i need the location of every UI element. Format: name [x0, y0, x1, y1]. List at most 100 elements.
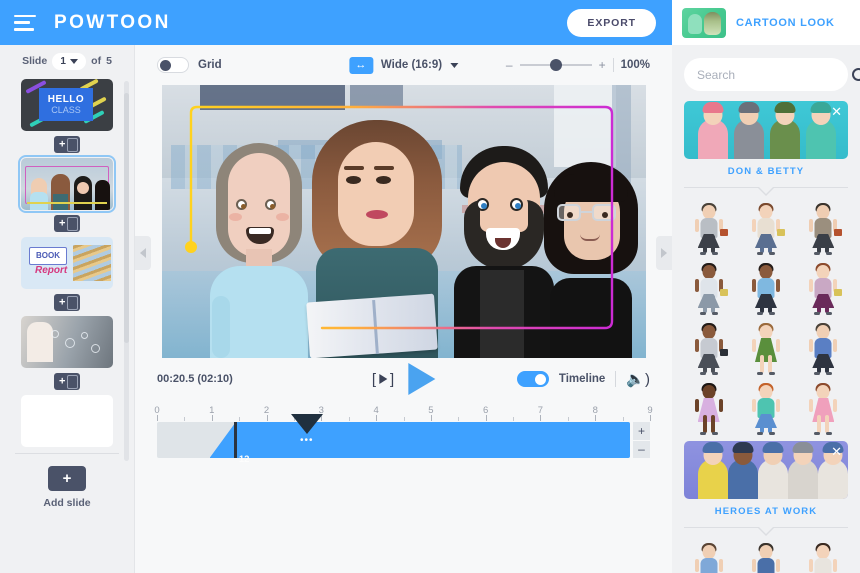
section-separator — [684, 521, 848, 536]
character-item[interactable] — [737, 539, 794, 573]
timeline-track[interactable] — [157, 422, 630, 458]
character-item[interactable] — [680, 319, 737, 375]
duplicate-slide-icon[interactable] — [54, 294, 80, 311]
slide-thumbnail-2[interactable] — [18, 155, 116, 213]
aspect-ratio-dropdown[interactable]: ↔ Wide (16:9) — [348, 56, 459, 74]
playbar-right: Timeline 🔈) — [516, 370, 650, 388]
preview-button[interactable]: [ ] — [372, 371, 394, 388]
timeline-zoom-in-button[interactable]: + — [633, 422, 650, 440]
animation-path-overlay[interactable] — [162, 85, 646, 358]
chevron-down-icon — [69, 58, 78, 64]
character-item[interactable] — [680, 199, 737, 255]
add-slide-button[interactable]: + — [47, 466, 86, 491]
zoom-in-button[interactable]: + — [599, 58, 606, 72]
playback-bar: 00:20.5 (02:10) [ ] Timeline 🔈) — [135, 358, 672, 400]
library-banner[interactable]: ✕ — [684, 441, 848, 499]
cartoon-look-button[interactable]: CARTOON LOOK — [672, 0, 860, 45]
library-banner-title: HEROES AT WORK — [714, 506, 818, 517]
character-item[interactable] — [737, 199, 794, 255]
zoom-out-button[interactable]: – — [506, 58, 513, 72]
character-item[interactable] — [737, 259, 794, 315]
hamburger-icon[interactable] — [14, 14, 36, 31]
section-separator — [684, 181, 848, 196]
editor-body: Slide 1 of 5 HELLO CLASS + + BOOK Report… — [0, 45, 860, 573]
duplicate-slide-icon[interactable] — [54, 215, 80, 232]
slide-thumbnail-5[interactable] — [21, 395, 113, 447]
aspect-ratio-label: Wide (16:9) — [380, 59, 443, 71]
banner-figure — [698, 102, 728, 159]
duplicate-slide-icon[interactable] — [54, 373, 80, 390]
banner-figure — [806, 102, 836, 159]
slide-thumbnail-4[interactable] — [21, 316, 113, 368]
ruler-tick — [430, 415, 432, 421]
slide-canvas[interactable] — [161, 85, 646, 358]
export-button[interactable]: EXPORT — [567, 8, 656, 37]
arrows-horizontal-icon: ↔ — [348, 56, 373, 74]
top-bar-main: POWTOON EXPORT — [0, 0, 672, 45]
library-banner[interactable]: ✕ — [684, 101, 848, 159]
timeline-zoom-out-button[interactable]: – — [633, 440, 650, 458]
collapse-right-panel-button[interactable] — [656, 236, 672, 270]
banner-figure — [758, 442, 788, 499]
slide-number-dropdown[interactable]: 1 — [52, 52, 87, 70]
timeline-label: Timeline — [558, 373, 606, 385]
character-item[interactable] — [680, 259, 737, 315]
zoom-slider-handle[interactable] — [549, 59, 562, 71]
ruler-tick-minor — [239, 417, 241, 421]
character-item[interactable] — [737, 319, 794, 375]
timeline-clip-label: 12 — [238, 454, 250, 465]
character-grid — [672, 195, 860, 441]
grid-toggle[interactable] — [157, 57, 189, 73]
speaker-icon[interactable]: 🔈) — [626, 370, 650, 388]
powtoon-editor: POWTOON EXPORT CARTOON LOOK Slide 1 of 5 — [0, 0, 860, 573]
ruler-tick-minor — [403, 417, 405, 421]
play-icon[interactable] — [408, 363, 436, 395]
close-icon[interactable]: ✕ — [831, 105, 842, 118]
character-item[interactable] — [680, 539, 737, 573]
banner-figure — [770, 102, 800, 159]
timeline-clip-marker[interactable] — [234, 422, 238, 458]
play-bracket-icon — [379, 374, 387, 384]
character-item[interactable] — [795, 319, 852, 375]
ruler-tick-minor — [622, 417, 624, 421]
search-box[interactable] — [684, 58, 860, 91]
stage-toolbar: Grid ↔ Wide (16:9) – + 100% — [135, 45, 672, 85]
duplicate-slide-icon[interactable] — [54, 136, 80, 153]
timeline: 0123456789 + – ••• 12 — [135, 400, 672, 573]
top-bar: POWTOON EXPORT CARTOON LOOK — [0, 0, 860, 45]
search-input[interactable] — [697, 67, 852, 82]
ruler-tick-minor — [567, 417, 569, 421]
stage: Grid ↔ Wide (16:9) – + 100% 00:20.5 (02:… — [135, 45, 672, 573]
slide-counter: Slide 1 of 5 — [0, 45, 134, 73]
character-item[interactable] — [795, 199, 852, 255]
character-item[interactable] — [680, 379, 737, 435]
add-slide-group[interactable]: + Add slide — [43, 454, 91, 509]
ruler-tick — [266, 415, 268, 421]
collapse-left-panel-button[interactable] — [135, 236, 151, 270]
library-panel: ✕ DON & BETTY ✕ HEROES AT WORK — [672, 45, 860, 573]
character-item[interactable] — [795, 539, 852, 573]
grid-label: Grid — [198, 59, 222, 71]
timeline-toggle[interactable] — [516, 371, 549, 387]
zoom-slider[interactable] — [519, 59, 592, 71]
slides-list: HELLO CLASS + + BOOK Report + + + Add sl… — [0, 73, 134, 573]
ruler-tick — [595, 415, 597, 421]
ruler-tick — [650, 415, 651, 421]
slide-thumbnail-1[interactable]: HELLO CLASS — [21, 79, 113, 131]
slide-thumbnail-3[interactable]: BOOK Report — [21, 237, 113, 289]
ruler-tick — [211, 415, 213, 421]
close-icon[interactable]: ✕ — [831, 445, 842, 458]
time-display: 00:20.5 (02:10) — [157, 373, 233, 385]
search-icon[interactable] — [852, 68, 860, 81]
timeline-zoom-buttons: + – — [633, 422, 650, 458]
banner-figure — [788, 442, 818, 499]
slides-scrollbar-thumb[interactable] — [124, 93, 129, 343]
chevron-right-icon — [661, 248, 667, 258]
character-item[interactable] — [795, 379, 852, 435]
playhead-handle[interactable]: ••• — [290, 414, 323, 446]
cartoon-look-thumbnail — [682, 7, 726, 38]
character-item[interactable] — [737, 379, 794, 435]
chevron-left-icon — [140, 248, 146, 258]
character-item[interactable] — [795, 259, 852, 315]
slides-scrollbar[interactable] — [124, 81, 129, 461]
